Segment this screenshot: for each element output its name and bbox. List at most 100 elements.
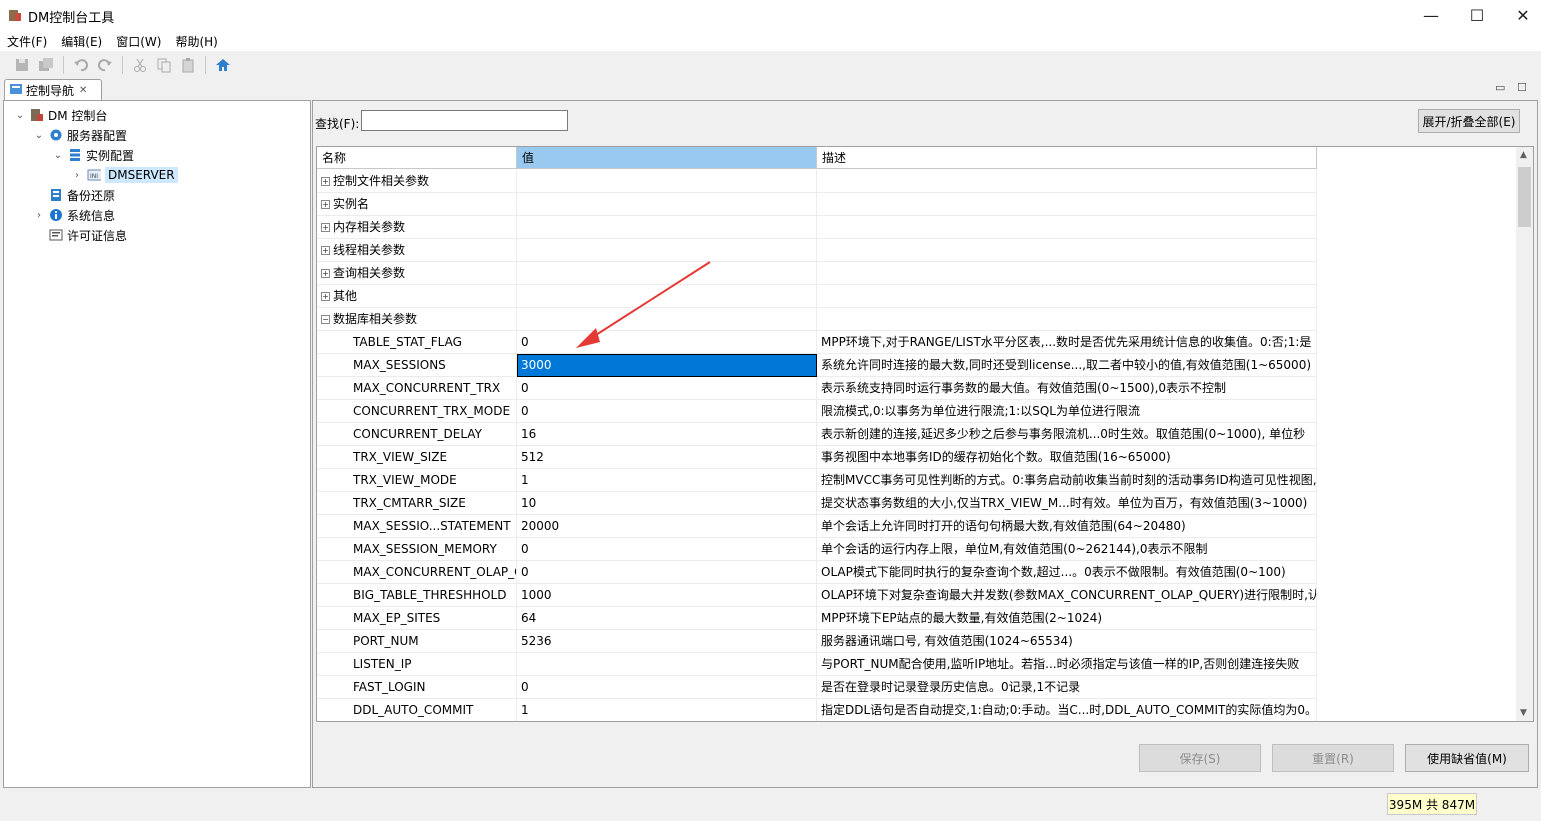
parameter-value[interactable]: 64 (517, 607, 817, 630)
paste-icon[interactable] (178, 55, 198, 75)
table-row[interactable]: FAST_LOGIN 0 是否在登录时记录登录历史信息。0记录,1不记录 (317, 676, 1517, 699)
parameter-value[interactable]: 0 (517, 331, 817, 354)
chevron-down-icon[interactable]: ⌄ (14, 109, 26, 121)
collapse-icon[interactable]: − (321, 314, 330, 324)
parameter-name: MAX_CONCURRENT_OLAP_QUERY (317, 561, 517, 584)
parameter-value[interactable]: 0 (517, 538, 817, 561)
expand-icon[interactable]: + (321, 222, 330, 232)
table-row[interactable]: BIG_TABLE_THRESHHOLD 1000 OLAP环境下对复杂查询最大并发… (317, 584, 1517, 607)
tree-node-system-info[interactable]: › 系统信息 (33, 205, 115, 225)
table-row[interactable]: TRX_CMTARR_SIZE 10 提交状态事务数组的大小,仅当TRX_VIEW_… (317, 492, 1517, 515)
memory-indicator[interactable]: 395M 共 847M (1387, 793, 1477, 815)
menu-help[interactable]: 帮助(H) (168, 30, 224, 51)
expand-icon[interactable]: + (321, 291, 330, 301)
table-row[interactable]: MAX_CONCURRENT_TRX 0 表示系统支持同时运行事务数的最大值。有效值… (317, 377, 1517, 400)
tree-node-instance-config[interactable]: ⌄ 实例配置 (52, 145, 134, 165)
scrollbar-thumb[interactable] (1518, 167, 1531, 227)
close-button[interactable]: ✕ (1500, 0, 1541, 30)
vertical-scrollbar[interactable]: ▲ ▼ (1516, 147, 1533, 721)
parameter-value[interactable]: 512 (517, 446, 817, 469)
scroll-up-icon[interactable]: ▲ (1520, 150, 1527, 160)
group-row[interactable]: + 实例名 (317, 193, 1517, 216)
group-row[interactable]: + 线程相关参数 (317, 239, 1517, 262)
redo-icon[interactable] (95, 55, 115, 75)
table-row[interactable]: MAX_SESSIO...STATEMENT 20000 单个会话上允许同时打开的语… (317, 515, 1517, 538)
table-row[interactable]: MAX_SESSION_MEMORY 0 单个会话的运行内存上限，单位M,有效值范围… (317, 538, 1517, 561)
parameter-value[interactable]: 0 (517, 377, 817, 400)
minimize-button[interactable]: — (1408, 0, 1454, 30)
reset-button[interactable]: 重置(R) (1272, 744, 1394, 772)
parameter-value[interactable]: 0 (517, 400, 817, 423)
group-row[interactable]: + 查询相关参数 (317, 262, 1517, 285)
table-row[interactable]: DDL_AUTO_COMMIT 1 指定DDL语句是否自动提交,1:自动;0:手动。… (317, 699, 1517, 721)
chevron-right-icon[interactable]: › (71, 169, 83, 181)
copy-icon[interactable] (154, 55, 174, 75)
find-label: 查找(F): (315, 117, 360, 131)
parameter-value[interactable]: 3000 (517, 354, 817, 377)
parameter-value[interactable] (517, 653, 817, 676)
save-all-icon[interactable] (36, 55, 56, 75)
table-row[interactable]: CONCURRENT_DELAY 16 表示新创建的连接,延迟多少秒之后参与事务限流… (317, 423, 1517, 446)
save-button[interactable]: 保存(S) (1139, 744, 1261, 772)
close-icon[interactable]: ✕ (79, 85, 87, 96)
table-row[interactable]: TRX_VIEW_SIZE 512 事务视图中本地事务ID的缓存初始化个数。取值范围… (317, 446, 1517, 469)
column-header-value[interactable]: 值 (517, 147, 817, 169)
menu-file[interactable]: 文件(F) (0, 30, 54, 51)
parameter-description: OLAP模式下能同时执行的复杂查询个数,超过...。0表示不做限制。有效值范围(… (817, 561, 1317, 584)
group-row[interactable]: − 数据库相关参数 (317, 308, 1517, 331)
table-row[interactable]: MAX_SESSIONS 3000 系统允许同时连接的最大数,同时还受到licens… (317, 354, 1517, 377)
group-row[interactable]: + 控制文件相关参数 (317, 170, 1517, 193)
expand-icon[interactable]: + (321, 199, 330, 209)
minimize-view-icon[interactable]: ▭ (1495, 81, 1505, 94)
parameter-description: MPP环境下,对于RANGE/LIST水平分区表,...数时是否优先采用统计信息… (817, 331, 1317, 354)
table-row[interactable]: LISTEN_IP 与PORT_NUM配合使用,监听IP地址。若指...时必须指定… (317, 653, 1517, 676)
parameter-value[interactable]: 1 (517, 469, 817, 492)
description-cell (817, 216, 1317, 239)
tree-node-dmserver[interactable]: › INI DMSERVER (71, 165, 178, 185)
cut-icon[interactable] (130, 55, 150, 75)
chevron-down-icon[interactable]: ⌄ (52, 149, 64, 161)
tab-control-navigation[interactable]: 控制导航 ✕ (4, 79, 102, 101)
table-row[interactable]: MAX_CONCURRENT_OLAP_QUERY0OLAP模式下能同时执行的复… (317, 561, 1517, 584)
table-row[interactable]: TABLE_STAT_FLAG 0 MPP环境下,对于RANGE/LIST水平分区表… (317, 331, 1517, 354)
use-defaults-button[interactable]: 使用缺省值(M) (1405, 744, 1529, 772)
home-icon[interactable] (213, 55, 233, 75)
column-header-name[interactable]: 名称 (317, 147, 517, 169)
maximize-view-icon[interactable]: ☐ (1517, 81, 1527, 94)
chevron-down-icon[interactable]: ⌄ (33, 129, 45, 141)
table-row[interactable]: MAX_EP_SITES 64 MPP环境下EP站点的最大数量,有效值范围(2~10… (317, 607, 1517, 630)
save-icon[interactable] (12, 55, 32, 75)
menu-window[interactable]: 窗口(W) (109, 30, 168, 51)
parameter-value[interactable]: 1 (517, 699, 817, 721)
parameter-value[interactable]: 0 (517, 676, 817, 699)
table-row[interactable]: PORT_NUM 5236 服务器通讯端口号, 有效值范围(1024~65534) (317, 630, 1517, 653)
parameter-value[interactable]: 5236 (517, 630, 817, 653)
group-row[interactable]: + 其他 (317, 285, 1517, 308)
tree-node-license-info[interactable]: 许可证信息 (33, 225, 127, 245)
parameter-value[interactable]: 20000 (517, 515, 817, 538)
parameter-value[interactable]: 0 (517, 561, 817, 584)
group-row[interactable]: + 内存相关参数 (317, 216, 1517, 239)
column-header-description[interactable]: 描述 (817, 147, 1317, 169)
chevron-right-icon[interactable]: › (33, 209, 45, 221)
tree-node-dm-console[interactable]: ⌄ DM 控制台 (14, 105, 108, 125)
expand-icon[interactable]: + (321, 268, 330, 278)
tree-node-server-config[interactable]: ⌄ 服务器配置 (33, 125, 127, 145)
expand-icon[interactable]: + (321, 176, 330, 186)
parameter-value[interactable]: 1000 (517, 584, 817, 607)
expand-icon[interactable]: + (321, 245, 330, 255)
table-row[interactable]: CONCURRENT_TRX_MODE 0 限流模式,0:以事务为单位进行限流;1:… (317, 400, 1517, 423)
value-cell (517, 285, 817, 308)
expand-collapse-all-button[interactable]: 展开/折叠全部(E) (1418, 109, 1520, 133)
table-row[interactable]: TRX_VIEW_MODE 1 控制MVCC事务可见性判断的方式。0:事务启动前收集… (317, 469, 1517, 492)
maximize-button[interactable]: ☐ (1454, 0, 1500, 30)
scroll-down-icon[interactable]: ▼ (1520, 708, 1527, 718)
menu-edit[interactable]: 编辑(E) (54, 30, 109, 51)
undo-icon[interactable] (71, 55, 91, 75)
parameter-value[interactable]: 16 (517, 423, 817, 446)
parameter-value[interactable]: 10 (517, 492, 817, 515)
find-input[interactable] (361, 110, 568, 131)
tree-node-backup-restore[interactable]: 备份还原 (33, 185, 115, 205)
